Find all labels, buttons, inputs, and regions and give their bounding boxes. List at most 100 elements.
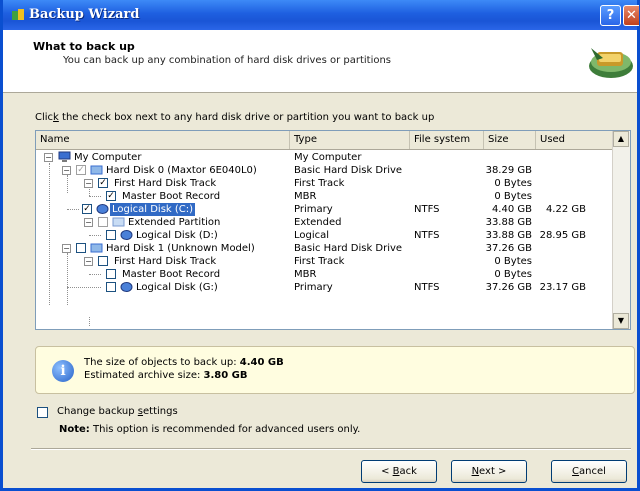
row-type: Basic Hard Disk Drive: [294, 243, 403, 254]
row-checkbox[interactable]: ✓: [82, 204, 92, 214]
tree-row[interactable]: − Hard Disk 1 (Unknown Model) Basic Hard…: [36, 242, 614, 255]
row-checkbox[interactable]: ✓: [98, 178, 108, 188]
collapse-icon[interactable]: −: [84, 218, 93, 227]
column-type[interactable]: Type: [290, 131, 410, 149]
row-checkbox[interactable]: ✓: [76, 165, 86, 175]
tree-row[interactable]: Logical Disk (D:) Logical NTFS 33.88 GB …: [36, 229, 614, 242]
column-file-system[interactable]: File system: [410, 131, 484, 149]
header-title: What to back up: [33, 40, 135, 53]
row-size: 37.26 GB: [485, 282, 532, 293]
change-backup-settings-checkbox[interactable]: [37, 407, 48, 418]
window-title: Backup Wizard: [29, 7, 140, 22]
row-size: 33.88 GB: [485, 230, 532, 241]
column-header-row: Name Type File system Size Used: [36, 131, 614, 150]
tree-row[interactable]: − My Computer My Computer: [36, 151, 614, 164]
row-type: First Track: [294, 178, 345, 189]
info-icon: i: [52, 360, 74, 382]
cancel-button[interactable]: Cancel: [551, 460, 627, 483]
hard-disk-icon: [90, 243, 103, 253]
row-checkbox[interactable]: [106, 230, 116, 240]
row-size: 37.26 GB: [485, 243, 532, 254]
tree-row[interactable]: ✓ Logical Disk (C:) Primary NTFS 4.40 GB…: [36, 203, 614, 216]
collapse-icon[interactable]: −: [84, 179, 93, 188]
partition-icon: [120, 230, 133, 240]
next-button[interactable]: Next >: [451, 460, 527, 483]
disk-tree-view[interactable]: Name Type File system Size Used − My Com…: [35, 130, 631, 330]
tree-row[interactable]: Logical Disk (G:) Primary NTFS 37.26 GB …: [36, 281, 614, 294]
row-size: 0 Bytes: [494, 191, 532, 202]
row-name: Logical Disk (D:): [136, 230, 218, 241]
vertical-scrollbar[interactable]: ▲ ▼: [612, 131, 630, 329]
instruction-text: Click the check box next to any hard dis…: [35, 112, 435, 123]
column-name[interactable]: Name: [36, 131, 290, 149]
collapse-icon[interactable]: −: [44, 153, 53, 162]
extended-partition-icon: [112, 217, 125, 227]
row-name: Hard Disk 1 (Unknown Model): [106, 243, 255, 254]
row-size: 33.88 GB: [485, 217, 532, 228]
column-used[interactable]: Used: [536, 131, 614, 149]
change-backup-settings-label[interactable]: Change backup settings: [57, 406, 178, 417]
tree-row[interactable]: − Extended Partition Extended 33.88 GB: [36, 216, 614, 229]
row-file-system: NTFS: [414, 230, 440, 241]
archive-size-value: 3.80 GB: [203, 370, 248, 381]
row-name: Master Boot Record: [122, 269, 221, 280]
header-subtitle: You can back up any combination of hard …: [63, 55, 392, 66]
backup-drive-icon: [589, 48, 633, 78]
row-size: 38.29 GB: [485, 165, 532, 176]
row-name: Extended Partition: [128, 217, 221, 228]
tree-row[interactable]: − First Hard Disk Track First Track 0 By…: [36, 255, 614, 268]
archive-size-text: Estimated archive size: 3.80 GB: [84, 370, 248, 381]
row-name: Hard Disk 0 (Maxtor 6E040L0): [106, 165, 257, 176]
row-used: 4.22 GB: [545, 204, 586, 215]
row-type: Primary: [294, 204, 333, 215]
wizard-header: What to back up You can back up any comb…: [3, 30, 637, 93]
back-button[interactable]: < Back: [361, 460, 437, 483]
row-type: My Computer: [294, 152, 362, 163]
partition-icon: [120, 282, 133, 292]
collapse-icon[interactable]: −: [84, 257, 93, 266]
app-icon: [12, 9, 24, 20]
collapse-icon[interactable]: −: [62, 166, 71, 175]
tree-row[interactable]: − ✓ Hard Disk 0 (Maxtor 6E040L0) Basic H…: [36, 164, 614, 177]
advanced-note: Note: This option is recommended for adv…: [59, 424, 361, 435]
scroll-up-icon[interactable]: ▲: [613, 131, 629, 147]
row-name: First Hard Disk Track: [114, 256, 217, 267]
backup-size-text: The size of objects to back up: 4.40 GB: [84, 357, 284, 368]
footer-divider: [31, 448, 631, 450]
info-panel: i The size of objects to back up: 4.40 G…: [35, 346, 635, 394]
row-checkbox[interactable]: ✓: [106, 191, 116, 201]
computer-icon: [58, 151, 71, 162]
row-size: 0 Bytes: [494, 269, 532, 280]
row-file-system: NTFS: [414, 282, 440, 293]
row-name: Master Boot Record: [122, 191, 221, 202]
row-checkbox[interactable]: [106, 269, 116, 279]
row-checkbox[interactable]: [98, 256, 108, 266]
row-size: 0 Bytes: [494, 256, 532, 267]
hard-disk-icon: [90, 165, 103, 175]
tree-row[interactable]: Master Boot Record MBR 0 Bytes: [36, 268, 614, 281]
row-type: MBR: [294, 191, 317, 202]
scroll-down-icon[interactable]: ▼: [613, 313, 629, 329]
collapse-icon[interactable]: −: [62, 244, 71, 253]
row-size: 4.40 GB: [491, 204, 532, 215]
column-size[interactable]: Size: [484, 131, 536, 149]
row-name: My Computer: [74, 152, 142, 163]
row-name: Logical Disk (G:): [136, 282, 218, 293]
row-checkbox[interactable]: [106, 282, 116, 292]
title-bar[interactable]: Backup Wizard ? ✕: [3, 0, 639, 30]
partition-icon: [96, 204, 109, 214]
tree-row[interactable]: ✓ Master Boot Record MBR 0 Bytes: [36, 190, 614, 203]
row-file-system: NTFS: [414, 204, 440, 215]
row-type: First Track: [294, 256, 345, 267]
close-button[interactable]: ✕: [623, 5, 639, 26]
tree-row[interactable]: − ✓ First Hard Disk Track First Track 0 …: [36, 177, 614, 190]
row-checkbox[interactable]: [76, 243, 86, 253]
help-button[interactable]: ?: [600, 5, 621, 26]
row-type: Extended: [294, 217, 342, 228]
row-size: 0 Bytes: [494, 178, 532, 189]
backup-size-value: 4.40 GB: [239, 357, 284, 368]
row-used: 23.17 GB: [539, 282, 586, 293]
row-type: Logical: [294, 230, 330, 241]
row-checkbox[interactable]: [98, 217, 108, 227]
row-type: Primary: [294, 282, 333, 293]
